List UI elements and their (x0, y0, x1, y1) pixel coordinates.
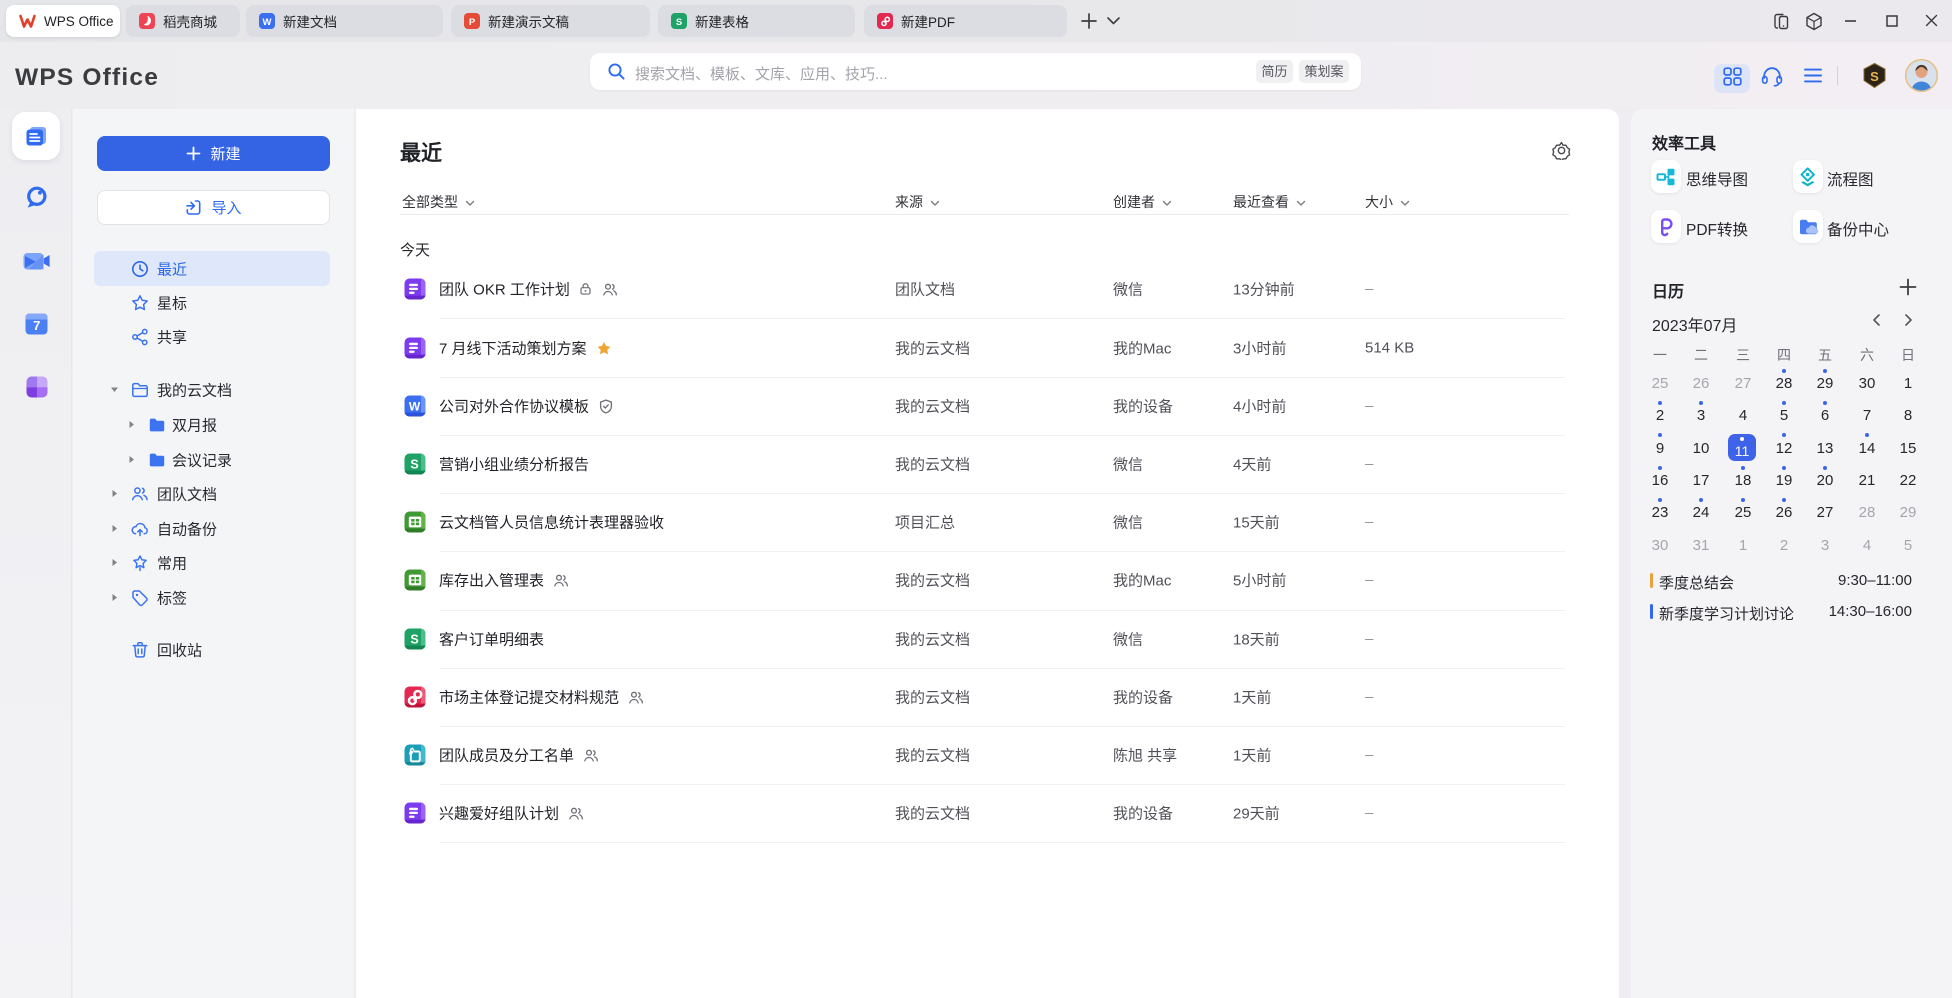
svg-text:S: S (1870, 69, 1879, 84)
svg-text:7: 7 (33, 318, 40, 333)
svg-text:W: W (263, 17, 272, 28)
svg-text:P: P (469, 17, 476, 28)
svg-text:S: S (676, 17, 682, 28)
